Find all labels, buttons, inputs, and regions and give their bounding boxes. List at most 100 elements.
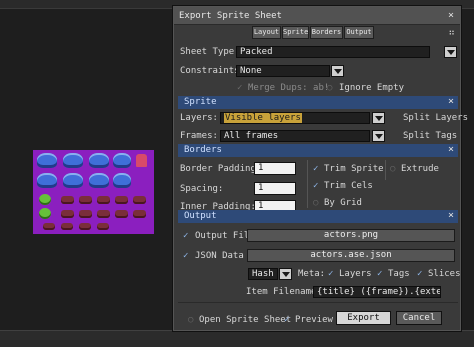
meta-layers-checkbox[interactable]: ✓ [328,269,333,279]
layers-select[interactable]: Visible layers [220,112,370,124]
sprite-blue-slime [113,173,131,188]
meta-layers-label: Layers [339,269,372,279]
close-icon[interactable]: × [448,96,454,107]
tab-layout[interactable]: Layout [252,26,281,39]
close-icon[interactable]: × [448,10,454,21]
by-grid-checkbox[interactable]: ○ [313,198,318,208]
borders-section-header[interactable]: Borders × [178,144,458,157]
spacing-input[interactable]: 1 [254,182,296,195]
output-file-checkbox[interactable]: ✓ [183,231,188,241]
ignore-empty-checkbox[interactable]: ○ [327,83,332,93]
preview-label: Preview [295,315,333,325]
sprite-rock [61,210,74,218]
pin-icon[interactable]: ⠶ [448,28,455,38]
meta-slices-label: Slices [428,269,461,279]
status-bar [0,330,474,347]
tab-sprite[interactable]: Sprite [282,26,309,39]
sprite-blue-slime [63,173,83,188]
export-sprite-sheet-dialog: Export Sprite Sheet × Layout Sprite Bord… [173,6,468,331]
sprite-blue-slime [37,153,57,168]
chevron-down-icon[interactable] [372,130,385,142]
chevron-down-icon[interactable] [372,112,385,124]
tab-borders[interactable]: Borders [310,26,343,39]
layers-label: Layers: [180,113,218,123]
ignore-empty-label: Ignore Empty [339,83,405,93]
sprite-rock [133,210,146,218]
chevron-down-icon[interactable] [331,65,344,77]
trim-cels-checkbox[interactable]: ✓ [313,181,318,191]
meta-slices-checkbox[interactable]: ✓ [417,269,422,279]
meta-label: Meta: [298,269,326,279]
sprite-section-header[interactable]: Sprite × [178,96,458,109]
output-file-button[interactable]: actors.png [247,229,455,242]
sprite-rock [79,223,91,230]
extrude-divider [385,160,386,180]
sprite-section-title: Sprite [184,97,217,107]
sprite-rock [97,223,109,230]
meta-tags-label: Tags [388,269,410,279]
open-sprite-sheet-checkbox[interactable]: ○ [188,315,193,325]
borders-section-title: Borders [184,145,222,155]
json-data-checkbox[interactable]: ✓ [183,251,188,261]
split-layers-label[interactable]: Split Layers [403,113,468,123]
close-icon[interactable]: × [448,144,454,155]
item-filename-label: Item Filename: [246,287,322,297]
output-section-title: Output [184,211,217,221]
merge-dups-checkbox[interactable]: ✓ [237,83,242,93]
dialog-titlebar[interactable]: Export Sprite Sheet × [174,7,460,25]
output-file-label: Output File [195,231,255,241]
borders-divider [307,160,308,208]
output-section-header[interactable]: Output × [178,210,458,223]
sprite-rock [43,223,55,230]
item-filename-input[interactable]: {title} ({frame}).{extension} [313,286,441,298]
sprite-rock [79,210,92,218]
chevron-down-icon[interactable] [444,46,457,58]
sheet-type-select[interactable]: Packed [236,46,430,58]
trim-sprite-checkbox[interactable]: ✓ [313,164,318,174]
sprite-green-slime [39,194,51,205]
frames-label: Frames: [180,131,218,141]
sprite-rock [133,196,146,204]
chevron-down-icon[interactable] [279,268,292,280]
sprite-blue-slime [89,153,109,168]
sprite-imp [136,154,147,167]
sprite-rock [61,196,74,204]
extrude-label: Extrude [401,164,439,174]
layers-value: Visible layers [224,113,302,123]
meta-tags-checkbox[interactable]: ✓ [377,269,382,279]
sprite-sheet-preview [33,150,154,234]
sprite-rock [115,196,128,204]
export-button[interactable]: Export [336,311,391,325]
border-padding-input[interactable]: 1 [254,162,296,175]
sprite-rock [115,210,128,218]
json-format-select[interactable]: Hash [248,268,278,280]
json-data-label: JSON Data [195,251,244,261]
sprite-rock [79,196,92,204]
split-tags-label[interactable]: Split Tags [403,131,457,141]
tab-output[interactable]: Output [344,26,374,39]
sprite-rock [97,196,110,204]
cancel-button[interactable]: Cancel [396,311,442,325]
sprite-blue-slime [63,153,83,168]
extrude-checkbox[interactable]: ○ [390,164,395,174]
sprite-rock [61,223,73,230]
close-icon[interactable]: × [448,210,454,221]
preview-checkbox[interactable]: ✓ [284,315,289,325]
sprite-blue-slime [113,153,131,168]
footer-divider [178,302,458,303]
trim-sprite-label: Trim Sprite [324,164,384,174]
sprite-blue-slime [37,173,57,188]
by-grid-label: By Grid [324,198,362,208]
json-data-button[interactable]: actors.ase.json [247,249,455,262]
border-padding-label: Border Padding: [180,164,262,174]
sprite-rock [97,210,110,218]
frames-select[interactable]: All frames [220,130,370,142]
spacing-label: Spacing: [180,184,224,194]
sprite-green-slime [39,208,51,219]
open-sprite-sheet-label: Open Sprite Sheet [199,315,292,325]
constraints-select[interactable]: None [236,65,330,77]
merge-dups-label: Merge Dups: ab! [248,83,330,93]
sheet-type-label: Sheet Type: [180,47,240,57]
trim-cels-label: Trim Cels [324,181,373,191]
sprite-blue-slime [89,173,109,188]
